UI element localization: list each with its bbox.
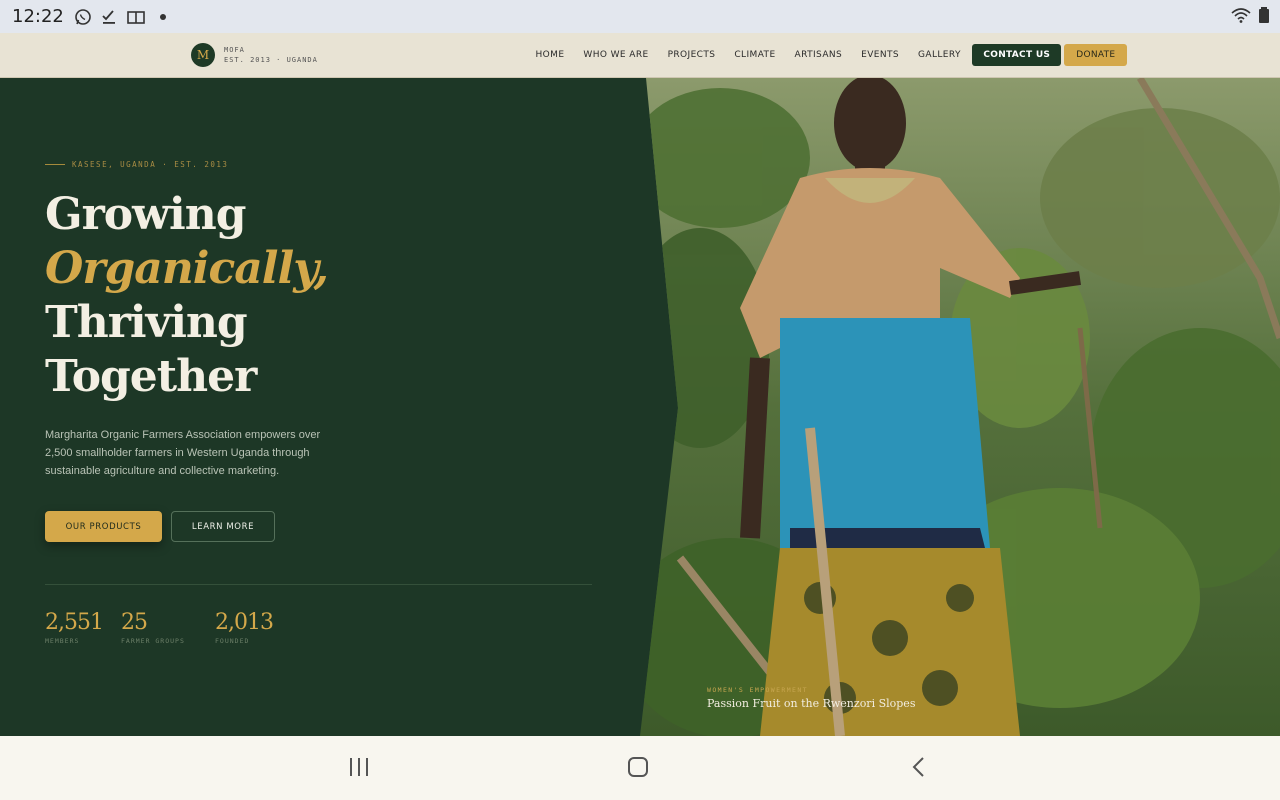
wifi-icon (1231, 8, 1251, 23)
nav-climate[interactable]: CLIMATE (734, 50, 775, 60)
logo-tagline: EST. 2013 · UGANDA (224, 56, 318, 64)
nav-projects[interactable]: PROJECTS (668, 50, 716, 60)
logo-text[interactable]: MOFA EST. 2013 · UGANDA (224, 45, 318, 65)
stat-founded: 2,013 FOUNDED (215, 610, 274, 645)
home-icon[interactable] (627, 756, 649, 778)
nav-who-we-are[interactable]: WHO WE ARE (583, 50, 648, 60)
main-nav: HOME WHO WE ARE PROJECTS CLIMATE ARTISAN… (526, 43, 1128, 67)
headline-line-2: Organically, (45, 243, 329, 294)
nav-events[interactable]: EVENTS (861, 50, 899, 60)
status-time: 12:22 (12, 6, 64, 27)
site-header: M MOFA EST. 2013 · UGANDA HOME WHO WE AR… (0, 33, 1280, 78)
stat-label: FOUNDED (215, 637, 250, 645)
stat-label: MEMBERS (45, 637, 80, 645)
photo-caption: WOMEN'S EMPOWERMENT Passion Fruit on the… (707, 686, 915, 710)
hero-headline: Growing Organically, Thriving Together (45, 188, 329, 404)
task-done-icon (102, 9, 115, 24)
headline-line-3: Thriving (45, 297, 248, 348)
learn-more-button[interactable]: LEARN MORE (171, 511, 275, 542)
headline-line-1: Growing (45, 189, 246, 240)
nav-gallery[interactable]: GALLERY (918, 50, 961, 60)
nav-home[interactable]: HOME (536, 50, 565, 60)
nav-artisans[interactable]: ARTISANS (795, 50, 843, 60)
battery-icon (1259, 7, 1269, 23)
whatsapp-icon (75, 8, 91, 25)
stat-number: 2,551 (45, 610, 104, 635)
farmer-photo-illustration (640, 78, 1280, 736)
book-icon (127, 10, 145, 24)
donate-button[interactable]: DONATE (1064, 44, 1128, 66)
back-icon[interactable] (908, 756, 930, 778)
stat-number: 25 (121, 610, 148, 635)
caption-title: Passion Fruit on the Rwenzori Slopes (707, 697, 916, 710)
stats-divider (45, 584, 592, 585)
logo-mark[interactable]: M (191, 43, 215, 67)
stat-label: FARMER GROUPS (121, 637, 185, 645)
contact-us-button[interactable]: CONTACT US (972, 44, 1062, 66)
hero-photo (640, 78, 1280, 736)
eyebrow-text: KASESE, UGANDA · EST. 2013 (72, 160, 229, 169)
hero-section: KASESE, UGANDA · EST. 2013 Growing Organ… (0, 78, 1280, 736)
stat-members: 2,551 MEMBERS (45, 610, 104, 645)
stat-farmer-groups: 25 FARMER GROUPS (121, 610, 185, 645)
headline-line-4: Together (45, 351, 257, 402)
system-nav-bar (0, 736, 1280, 800)
notification-dot-icon (159, 13, 166, 20)
hero-description: Margharita Organic Farmers Association e… (45, 429, 321, 477)
hero-eyebrow: KASESE, UGANDA · EST. 2013 (45, 160, 228, 169)
recent-apps-icon[interactable] (348, 756, 370, 778)
status-bar: 12:22 (0, 0, 1280, 33)
caption-kicker: WOMEN'S EMPOWERMENT (707, 686, 808, 694)
our-products-button[interactable]: OUR PRODUCTS (45, 511, 162, 542)
stat-number: 2,013 (215, 610, 274, 635)
logo-name: MOFA (224, 46, 245, 54)
eyebrow-line (45, 164, 65, 165)
